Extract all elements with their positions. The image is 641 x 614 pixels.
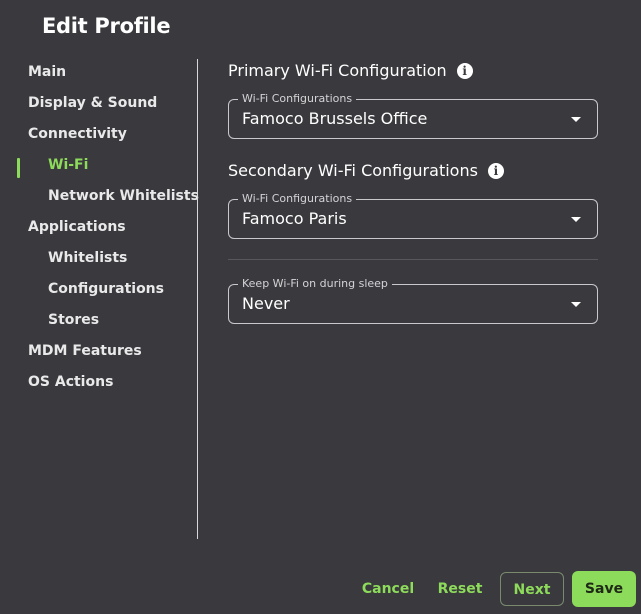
sidebar-item-os-actions[interactable]: OS Actions bbox=[28, 371, 113, 393]
active-indicator bbox=[17, 158, 20, 178]
sidebar-nav: Main Display & Sound Connectivity Wi-Fi … bbox=[0, 56, 199, 396]
sidebar-item-mdm-features[interactable]: MDM Features bbox=[28, 340, 142, 362]
sidebar-divider bbox=[197, 59, 198, 539]
sidebar-item-configurations[interactable]: Configurations bbox=[48, 278, 164, 300]
sidebar-item-whitelists[interactable]: Whitelists bbox=[48, 247, 127, 269]
wifi-sleep-select[interactable]: Keep Wi-Fi on during sleep Never bbox=[228, 277, 598, 324]
primary-wifi-value: Famoco Brussels Office bbox=[242, 109, 428, 128]
wifi-sleep-value: Never bbox=[242, 294, 290, 313]
sidebar-item-connectivity[interactable]: Connectivity bbox=[28, 123, 127, 145]
sidebar-item-wifi[interactable]: Wi-Fi bbox=[48, 154, 88, 176]
primary-wifi-field-label: Wi-Fi Configurations bbox=[238, 92, 357, 105]
page-title: Edit Profile bbox=[42, 14, 171, 38]
primary-wifi-select[interactable]: Wi-Fi Configurations Famoco Brussels Off… bbox=[228, 92, 598, 139]
secondary-section-label: Secondary Wi-Fi Configurations bbox=[228, 161, 478, 180]
info-icon[interactable]: i bbox=[487, 162, 504, 179]
secondary-wifi-value: Famoco Paris bbox=[242, 209, 347, 228]
sidebar-item-network-whitelists[interactable]: Network Whitelists bbox=[48, 185, 199, 207]
sidebar-item-applications[interactable]: Applications bbox=[28, 216, 126, 238]
sidebar-item-stores[interactable]: Stores bbox=[48, 309, 99, 331]
save-button[interactable]: Save bbox=[572, 571, 636, 607]
section-divider bbox=[228, 259, 598, 260]
caret-down-icon bbox=[571, 302, 581, 307]
caret-down-icon bbox=[571, 117, 581, 122]
secondary-wifi-field-label: Wi-Fi Configurations bbox=[238, 192, 357, 205]
primary-section-title: Primary Wi-Fi Configuration i bbox=[228, 61, 473, 80]
wifi-sleep-field-label: Keep Wi-Fi on during sleep bbox=[238, 277, 392, 290]
reset-button[interactable]: Reset bbox=[432, 572, 488, 606]
secondary-wifi-select[interactable]: Wi-Fi Configurations Famoco Paris bbox=[228, 192, 598, 239]
cancel-button[interactable]: Cancel bbox=[356, 572, 420, 606]
primary-section-label: Primary Wi-Fi Configuration bbox=[228, 61, 447, 80]
secondary-section-title: Secondary Wi-Fi Configurations i bbox=[228, 161, 504, 180]
sidebar-item-display-sound[interactable]: Display & Sound bbox=[28, 92, 157, 114]
info-icon[interactable]: i bbox=[456, 62, 473, 79]
next-button[interactable]: Next bbox=[500, 572, 564, 606]
sidebar-item-main[interactable]: Main bbox=[28, 61, 66, 83]
caret-down-icon bbox=[571, 217, 581, 222]
